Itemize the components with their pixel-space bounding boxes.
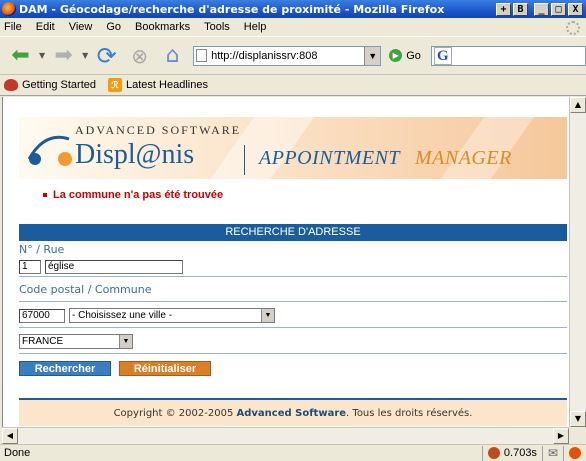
street-number-input[interactable]: 1: [19, 260, 41, 274]
city-select[interactable]: - Choisissez une ville - ▼: [69, 308, 275, 323]
scroll-left-icon[interactable]: ◀: [2, 428, 18, 444]
stop-icon[interactable]: ⊗: [123, 41, 156, 71]
window-title-bar: DAM - Géocodage/recherche d'adresse de p…: [0, 0, 586, 18]
horizontal-scrollbar[interactable]: ◀ ▶: [2, 427, 569, 444]
form-divider: [19, 301, 567, 302]
extension-cell[interactable]: [563, 445, 586, 461]
company-name: ADVANCED SOFTWARE: [75, 123, 242, 137]
window-extra-button-2[interactable]: B: [513, 2, 528, 16]
form-divider: [19, 276, 567, 277]
page-footer: Copyright © 2002-2005 Advanced Software.…: [19, 398, 567, 426]
scroll-right-icon[interactable]: ▶: [553, 428, 569, 444]
error-text: La commune n'a pas été trouvée: [53, 189, 224, 201]
scroll-corner: [569, 427, 586, 444]
navigation-toolbar: ⬅ ▼ ➡ ▼ ⟳ ⊗ ⌂ http://displanissrv:808 ▼ …: [0, 37, 586, 75]
window-title: DAM - Géocodage/recherche d'adresse de p…: [19, 2, 445, 16]
app-name-part2: MANAGER: [415, 147, 512, 169]
scroll-down-icon[interactable]: ▼: [570, 411, 586, 427]
product-name: Displ@nis: [75, 139, 195, 170]
form-divider: [19, 327, 567, 328]
form-header: RECHERCHE D'ADRESSE: [19, 224, 567, 241]
bookmark-latest-headlines[interactable]: ℛ Latest Headlines: [108, 78, 208, 92]
error-message: La commune n'a pas été trouvée: [43, 189, 223, 201]
url-dropdown-icon[interactable]: ▼: [364, 46, 381, 65]
city-label: Code postal / Commune: [19, 283, 152, 296]
bookmarks-toolbar: Getting Started ℛ Latest Headlines: [0, 75, 586, 96]
firefox-bookmark-icon: [4, 79, 18, 91]
search-box[interactable]: G: [430, 45, 586, 66]
menu-go[interactable]: Go: [106, 21, 121, 33]
maximize-button[interactable]: □: [551, 2, 566, 16]
city-select-value: - Choisissez une ville -: [72, 310, 173, 321]
chevron-down-icon[interactable]: ▼: [119, 335, 132, 348]
street-name-input[interactable]: église: [45, 260, 183, 274]
go-button[interactable]: ▶ Go: [389, 49, 421, 62]
country-select[interactable]: FRANCE ▼: [19, 334, 133, 349]
postal-code-input[interactable]: 67000: [19, 309, 65, 323]
displanis-logo-icon: [27, 135, 72, 166]
menu-edit[interactable]: Edit: [36, 21, 55, 33]
menu-view[interactable]: View: [69, 21, 93, 33]
reload-icon[interactable]: ⟳: [90, 41, 123, 71]
bullet-icon: [43, 193, 47, 197]
forward-arrow-icon[interactable]: ➡: [47, 41, 80, 71]
app-name-part1: APPOINTMENT: [259, 147, 401, 169]
header-banner: ADVANCED SOFTWARE Displ@nis APPOINTMENT …: [19, 117, 567, 179]
scroll-up-icon[interactable]: ▲: [570, 97, 586, 113]
menu-help[interactable]: Help: [244, 21, 267, 33]
timer-icon: [487, 447, 500, 459]
throbber-icon: [566, 21, 580, 35]
close-button[interactable]: X: [568, 2, 583, 16]
menu-file[interactable]: File: [4, 21, 22, 33]
footer-suffix: . Tous les droits réservés.: [346, 408, 473, 419]
bookmark-getting-started[interactable]: Getting Started: [4, 79, 96, 91]
mail-icon[interactable]: ✉: [548, 446, 558, 460]
footer-prefix: Copyright © 2002-2005: [113, 408, 234, 419]
menu-tools[interactable]: Tools: [204, 21, 230, 33]
bookmark-label: Latest Headlines: [126, 79, 208, 91]
status-text: Done: [4, 447, 31, 459]
back-history-dropdown-icon[interactable]: ▼: [39, 51, 45, 60]
bookmark-label: Getting Started: [22, 79, 96, 91]
back-arrow-icon[interactable]: ⬅: [4, 41, 37, 71]
forward-history-dropdown-icon[interactable]: ▼: [82, 51, 88, 60]
banner-separator: [244, 145, 245, 175]
go-icon: ▶: [389, 49, 403, 62]
page-icon: [196, 49, 208, 62]
form-divider: [19, 353, 567, 354]
street-label: N° / Rue: [19, 243, 65, 256]
go-label: Go: [406, 49, 421, 62]
page-content: ADVANCED SOFTWARE Displ@nis APPOINTMENT …: [2, 97, 569, 427]
load-time: 0.703s: [503, 447, 537, 459]
rss-feed-icon: ℛ: [108, 78, 122, 92]
chevron-down-icon[interactable]: ▼: [261, 309, 274, 322]
menu-bookmarks[interactable]: Bookmarks: [135, 21, 190, 33]
load-time-cell: 0.703s: [481, 445, 542, 461]
vertical-scrollbar[interactable]: ▲ ▼: [569, 97, 586, 427]
footer-company: Advanced Software: [236, 408, 347, 419]
menu-bar: File Edit View Go Bookmarks Tools Help: [0, 18, 586, 37]
country-select-value: FRANCE: [22, 336, 64, 347]
minimize-button[interactable]: _: [534, 2, 549, 16]
firefox-icon: [2, 2, 16, 16]
window-extra-button-1[interactable]: +: [496, 2, 511, 16]
google-icon[interactable]: G: [433, 46, 452, 65]
mail-cell[interactable]: ✉: [541, 445, 563, 461]
extension-icon[interactable]: [569, 447, 581, 459]
reset-button[interactable]: Réinitialiser: [119, 361, 211, 376]
url-text[interactable]: http://displanissrv:808: [211, 50, 361, 62]
home-icon[interactable]: ⌂: [156, 41, 189, 71]
search-button[interactable]: Rechercher: [19, 361, 111, 376]
status-bar: Done 0.703s ✉: [0, 444, 586, 461]
url-bar[interactable]: http://displanissrv:808 ▼: [193, 45, 382, 66]
